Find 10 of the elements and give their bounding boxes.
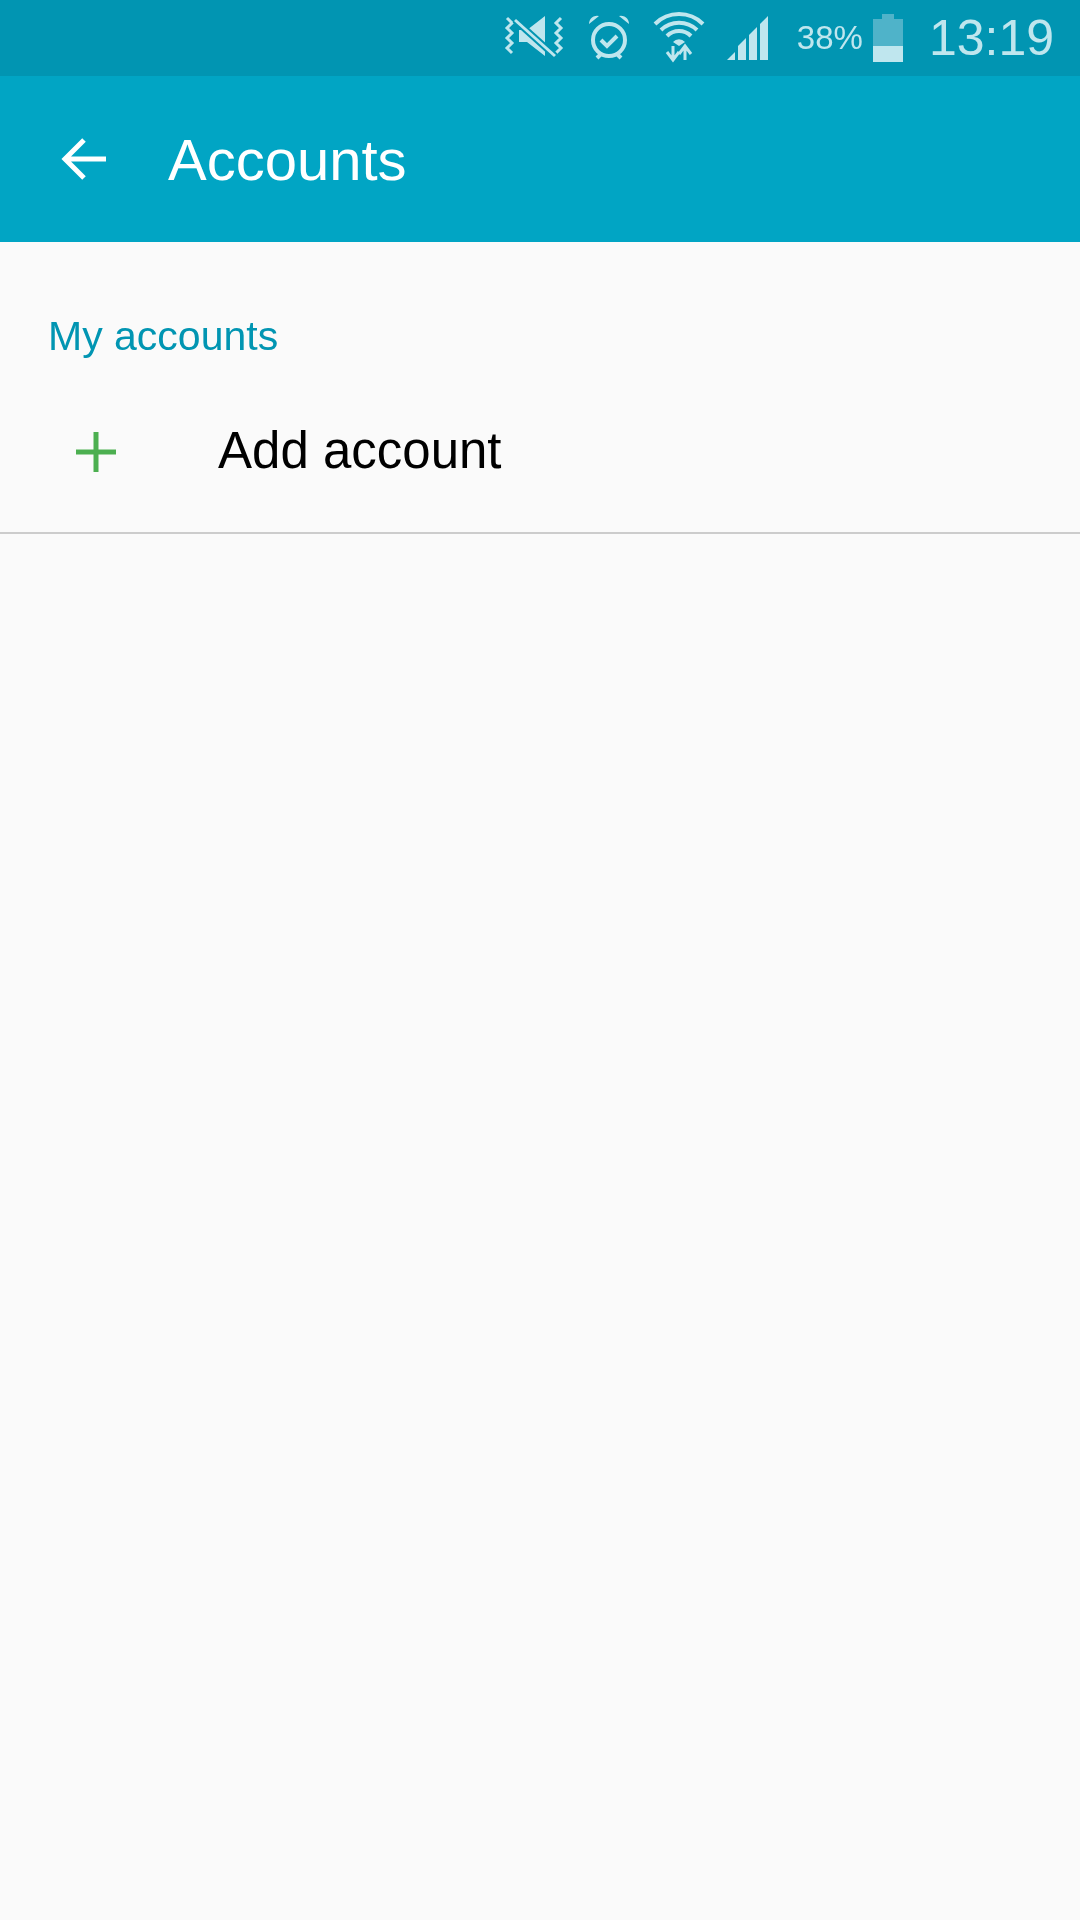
battery-icon [872,14,903,62]
clock-time: 13:19 [928,8,1054,68]
wifi-icon [652,12,705,64]
section-header: My accounts [48,313,279,359]
add-account-item[interactable]: Add account [0,371,1080,532]
alarm-clock-icon [586,14,631,62]
back-arrow-icon [60,137,108,181]
battery-percentage: 38% [796,18,863,59]
plus-icon [74,429,118,474]
screen-title: Accounts [168,125,407,194]
